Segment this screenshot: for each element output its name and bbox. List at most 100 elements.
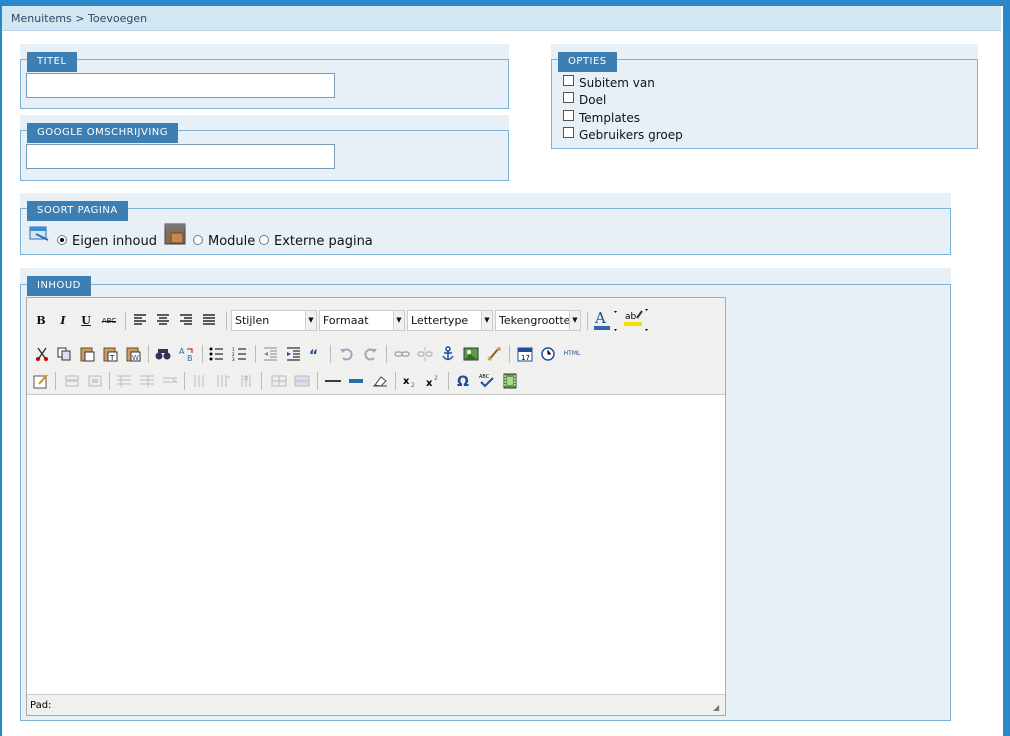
insert-time-icon[interactable] (541, 347, 555, 361)
eigen-inhoud-radio[interactable] (57, 235, 67, 245)
resize-grip-icon[interactable]: ◢ (713, 703, 723, 713)
module-radio[interactable] (193, 235, 203, 245)
toolbar-separator (386, 345, 387, 363)
templates-label: Templates (579, 111, 641, 125)
editor-content-area[interactable] (27, 395, 725, 693)
media-icon[interactable] (503, 373, 517, 389)
doel-checkbox[interactable] (563, 92, 574, 103)
svg-text:W: W (132, 354, 139, 362)
soort-legend: SOORT PAGINA (27, 201, 128, 221)
svg-text:B: B (187, 354, 193, 362)
toolbar-separator (395, 372, 396, 390)
align-center-icon[interactable] (156, 314, 170, 326)
svg-text:x: x (426, 378, 433, 388)
delete-row-icon[interactable] (162, 374, 178, 388)
toolbar-separator (317, 372, 318, 390)
strikethrough-button[interactable]: ABC (99, 311, 119, 331)
blockquote-icon[interactable]: “ (309, 348, 323, 360)
lettertype-dropdown[interactable]: Lettertype ▼ (407, 310, 493, 331)
titel-legend: TITEL (27, 52, 77, 72)
svg-text:T: T (109, 354, 115, 362)
insert-row-after-icon[interactable] (139, 374, 155, 388)
merge-cells-icon[interactable] (294, 375, 310, 387)
find-icon[interactable] (155, 347, 171, 361)
svg-text:Ω: Ω (457, 374, 469, 389)
italic-button[interactable]: I (53, 311, 73, 331)
special-char-icon[interactable]: Ω (456, 373, 472, 389)
outdent-icon[interactable] (263, 347, 278, 361)
svg-text:3: 3 (232, 357, 235, 361)
editor-statusbar: Pad: ◢ (27, 694, 725, 715)
link-icon[interactable] (394, 348, 410, 360)
svg-text:x: x (403, 376, 410, 387)
toolbar-separator (255, 345, 256, 363)
externe-pagina-label: Externe pagina (274, 234, 373, 249)
insert-date-icon[interactable]: 17 (517, 346, 533, 362)
align-left-icon[interactable] (133, 314, 147, 326)
insert-col-before-icon[interactable] (192, 374, 208, 388)
insert-row-before-icon[interactable] (116, 374, 132, 388)
anchor-icon[interactable] (441, 346, 455, 362)
copy-icon[interactable] (57, 347, 71, 361)
edit-content-icon[interactable] (33, 373, 49, 389)
subscript-icon[interactable]: x2 (402, 374, 418, 388)
toolbar-separator (109, 372, 110, 390)
superscript-icon[interactable]: x2 (425, 374, 441, 388)
align-right-icon[interactable] (179, 314, 193, 326)
breadcrumb: Menuitems > Toevoegen (11, 12, 148, 25)
formaat-dropdown[interactable]: Formaat ▼ (319, 310, 405, 331)
redo-icon[interactable] (364, 347, 378, 361)
doel-label: Doel (579, 93, 607, 107)
numbered-list-icon[interactable]: 123 (232, 347, 247, 361)
image-icon[interactable] (463, 346, 479, 362)
toolbar-separator (125, 312, 126, 330)
tekengrootte-dropdown[interactable]: Tekengrootte ▼ (495, 310, 581, 331)
eigen-inhoud-label: Eigen inhoud (72, 234, 157, 249)
paste-text-icon[interactable]: T (102, 346, 118, 362)
titel-input[interactable] (26, 73, 335, 98)
bold-button[interactable]: B (31, 311, 51, 331)
cleanup-icon[interactable] (486, 346, 502, 362)
path-label: Pad: (30, 700, 52, 711)
paste-icon[interactable] (79, 346, 95, 362)
split-cells-icon[interactable] (271, 375, 287, 387)
soort-fieldset (20, 208, 951, 255)
table-cell-props-icon[interactable] (88, 375, 102, 387)
google-omschrijving-input[interactable] (26, 144, 335, 169)
remove-format-icon[interactable] (372, 375, 388, 387)
html-source-button[interactable]: HTML (559, 344, 585, 364)
paste-word-icon[interactable]: W (125, 346, 141, 362)
indent-icon[interactable] (286, 347, 301, 361)
google-legend: GOOGLE OMSCHRIJVING (27, 123, 179, 143)
underline-button[interactable]: U (76, 311, 96, 331)
svg-text:17: 17 (521, 354, 530, 362)
opties-legend: OPTIES (558, 52, 617, 72)
delete-col-icon[interactable] (239, 374, 255, 388)
advanced-hr-icon[interactable] (348, 377, 364, 385)
replace-icon[interactable]: AB (178, 346, 196, 362)
toolbar-separator (184, 372, 185, 390)
cut-icon[interactable] (35, 347, 49, 361)
svg-text:“: “ (309, 348, 318, 360)
undo-icon[interactable] (339, 347, 353, 361)
gebruikers-groep-checkbox[interactable] (563, 127, 574, 138)
bullet-list-icon[interactable] (209, 347, 224, 361)
svg-text:A: A (594, 309, 606, 327)
toolbar-separator (55, 372, 56, 390)
stijlen-dropdown[interactable]: Stijlen ▼ (231, 310, 317, 331)
breadcrumb-bar: Menuitems > Toevoegen (2, 6, 1001, 31)
externe-pagina-radio[interactable] (259, 235, 269, 245)
table-row-props-icon[interactable] (65, 375, 79, 387)
templates-checkbox[interactable] (563, 110, 574, 121)
align-justify-icon[interactable] (202, 314, 216, 326)
module-label: Module (208, 234, 256, 249)
subitem-label: Subitem van (579, 76, 655, 90)
horizontal-rule-icon[interactable] (325, 379, 341, 383)
subitem-checkbox[interactable] (563, 75, 574, 86)
highlight-color-icon[interactable]: ab (623, 306, 653, 334)
insert-col-after-icon[interactable] (215, 374, 231, 388)
spellcheck-icon[interactable]: ABC (479, 372, 495, 388)
unlink-icon[interactable] (417, 346, 433, 362)
left-border (0, 0, 2, 736)
text-color-icon[interactable]: A (593, 308, 621, 334)
